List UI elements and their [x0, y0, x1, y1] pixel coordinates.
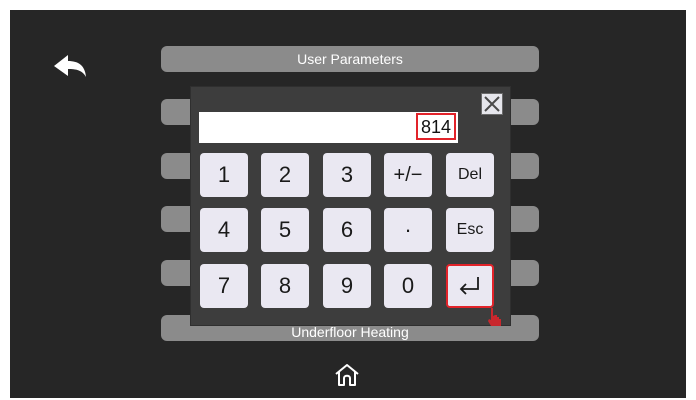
key-6[interactable]: 6 — [323, 208, 371, 252]
plus-minus-key[interactable]: +/− — [384, 153, 432, 197]
key-0[interactable]: 0 — [384, 264, 432, 308]
back-button[interactable] — [50, 52, 90, 82]
current-value: 814 — [415, 113, 456, 140]
key-2[interactable]: 2 — [261, 153, 309, 197]
close-button[interactable] — [481, 93, 503, 115]
title-pill: User Parameters — [161, 46, 539, 72]
page-title: User Parameters — [297, 51, 403, 67]
back-arrow-icon — [54, 55, 86, 77]
value-display: 814 — [199, 112, 458, 143]
key-9[interactable]: 9 — [323, 264, 371, 308]
key-8[interactable]: 8 — [261, 264, 309, 308]
home-icon — [335, 364, 359, 386]
delete-key[interactable]: Del — [446, 153, 494, 197]
key-3[interactable]: 3 — [323, 153, 371, 197]
enter-return-icon — [459, 277, 479, 295]
home-button[interactable] — [333, 362, 361, 388]
close-icon — [484, 96, 500, 112]
key-1[interactable]: 1 — [200, 153, 248, 197]
key-7[interactable]: 7 — [200, 264, 248, 308]
key-5[interactable]: 5 — [261, 208, 309, 252]
key-4[interactable]: 4 — [200, 208, 248, 252]
enter-key[interactable] — [446, 264, 494, 308]
hand-pointer-icon — [488, 308, 501, 326]
decimal-point-key[interactable]: · — [384, 208, 432, 252]
escape-key[interactable]: Esc — [446, 208, 494, 252]
